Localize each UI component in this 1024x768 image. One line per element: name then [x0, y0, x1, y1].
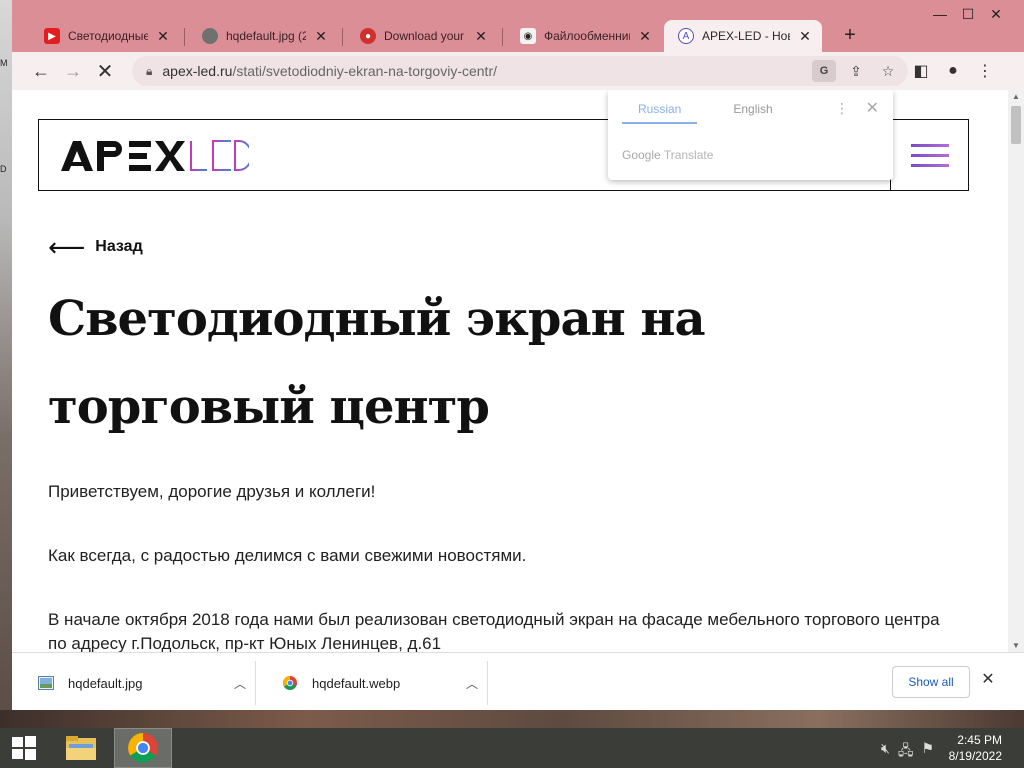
- close-icon[interactable]: ✕: [156, 28, 170, 45]
- globe-icon: [202, 28, 218, 44]
- speaker-muted-icon[interactable]: 🔇︎: [881, 740, 890, 764]
- star-icon[interactable]: ☆: [876, 60, 900, 82]
- youtube-icon: ▶: [44, 28, 60, 44]
- download-item[interactable]: hqdefault.jpg ︿: [12, 661, 256, 705]
- translate-tab-russian[interactable]: Russian: [622, 100, 698, 124]
- download-filename: hqdefault.webp: [312, 675, 401, 691]
- desktop-icon-label: D: [0, 164, 7, 174]
- maximize-button[interactable]: ☐: [954, 6, 982, 23]
- hamburger-menu-button[interactable]: [890, 120, 968, 190]
- more-options-icon[interactable]: ⋮: [835, 100, 849, 117]
- forward-arrow-icon[interactable]: →: [58, 56, 88, 86]
- tab-title: Файлообменник: [544, 29, 630, 43]
- menu-kebab-icon[interactable]: ⋮: [970, 56, 1000, 86]
- windows-start-button[interactable]: [0, 728, 48, 768]
- close-icon[interactable]: ✕: [798, 28, 812, 45]
- back-link-label: Назад: [95, 238, 143, 255]
- translate-icon[interactable]: G: [812, 60, 836, 82]
- clock-date: 8/19/2022: [948, 749, 1002, 763]
- menu-line: [910, 143, 949, 147]
- tab-download[interactable]: ● Download your fil ✕: [346, 20, 498, 52]
- lock-icon: 🔒︎: [146, 63, 153, 78]
- back-link[interactable]: ⟵ Назад: [48, 232, 143, 262]
- arrow-left-icon: ⟵: [48, 232, 86, 262]
- eye-icon: ◉: [520, 28, 536, 44]
- back-arrow-icon[interactable]: ←: [26, 56, 56, 86]
- new-tab-button[interactable]: +: [838, 24, 862, 47]
- browser-window: ▶ Светодиодные э ✕ hqdefault.jpg (24 ✕ ●…: [12, 0, 1024, 710]
- article-paragraph: Приветствуем, дорогие друзья и коллеги!: [48, 482, 376, 501]
- desktop-background-bottom: [0, 710, 1024, 728]
- url-host: apex-led.ru: [162, 63, 233, 79]
- download-service-icon: ●: [360, 28, 376, 44]
- article-paragraph: В начале октября 2018 года нами был реал…: [48, 610, 940, 652]
- downloads-bar: hqdefault.jpg ︿ hqdefault.webp ︿ Show al…: [12, 652, 1024, 710]
- stop-loading-icon[interactable]: ✕: [90, 56, 120, 86]
- tab-strip: ▶ Светодиодные э ✕ hqdefault.jpg (24 ✕ ●…: [12, 0, 1024, 52]
- show-all-downloads-button[interactable]: Show all: [892, 666, 970, 698]
- google-brand-text: Google: [622, 148, 661, 162]
- tab-fileshare[interactable]: ◉ Файлообменник ✕: [506, 20, 662, 52]
- tab-title: Светодиодные э: [68, 29, 148, 43]
- address-bar-actions: G ⇪ ☆: [812, 60, 900, 82]
- menu-line: [910, 163, 949, 167]
- side-panel-icon[interactable]: ◧: [906, 56, 936, 86]
- taskbar-clock[interactable]: 2:45 PM 8/19/2022: [949, 732, 1002, 764]
- translate-popup: Russian English ⋮ ✕ Google Translate: [608, 90, 893, 180]
- translate-language-tabs: Russian English: [622, 100, 789, 124]
- tab-apex-led[interactable]: A APEX-LED - Ново ✕: [664, 20, 822, 52]
- chrome-taskbar-button[interactable]: [114, 728, 172, 768]
- tab-title: Download your fil: [384, 29, 466, 43]
- share-icon[interactable]: ⇪: [844, 60, 868, 82]
- network-icon[interactable]: 🖧︎: [898, 740, 914, 764]
- file-explorer-taskbar-button[interactable]: [58, 728, 104, 768]
- tab-title: APEX-LED - Ново: [702, 29, 790, 43]
- chrome-icon: [128, 733, 158, 763]
- image-file-icon: [38, 676, 54, 690]
- page-viewport: ⟵ Назад Светодиодный экран на торговый ц…: [12, 90, 1024, 652]
- chrome-file-icon: [282, 676, 298, 690]
- system-tray: 🔇︎ 🖧︎ ⚑: [881, 740, 934, 764]
- article-paragraph: Как всегда, с радостью делимся с вами св…: [48, 546, 527, 565]
- clock-time: 2:45 PM: [957, 733, 1002, 747]
- translate-brand-text: Translate: [663, 148, 714, 162]
- browser-toolbar: ← → ✕ 🔒︎ apex-led.ru /stati/svetodiodniy…: [12, 52, 1024, 90]
- page-scrollbar[interactable]: ▲ ▼: [1008, 90, 1024, 652]
- chevron-up-icon[interactable]: ︿: [457, 675, 487, 692]
- apex-icon: A: [678, 28, 694, 44]
- translate-tab-english[interactable]: English: [717, 100, 788, 124]
- chevron-up-icon[interactable]: ︿: [225, 675, 255, 692]
- scroll-up-icon[interactable]: ▲: [1012, 92, 1020, 101]
- close-icon[interactable]: ✕: [866, 98, 879, 118]
- folder-icon: [66, 736, 96, 760]
- article-title: Светодиодный экран на торговый центр: [48, 291, 706, 435]
- close-icon[interactable]: ✕: [978, 669, 998, 689]
- tab-divider: [342, 28, 343, 46]
- close-icon[interactable]: ✕: [638, 28, 652, 45]
- scroll-down-icon[interactable]: ▼: [1012, 641, 1020, 650]
- close-icon[interactable]: ✕: [474, 28, 488, 45]
- tab-youtube[interactable]: ▶ Светодиодные э ✕: [30, 20, 180, 52]
- desktop-background: M D: [0, 0, 12, 728]
- tab-title: hqdefault.jpg (24: [226, 29, 306, 43]
- minimize-button[interactable]: —: [926, 6, 954, 22]
- tab-divider: [184, 28, 185, 46]
- tab-divider: [502, 28, 503, 46]
- close-icon[interactable]: ✕: [314, 28, 328, 45]
- action-center-icon[interactable]: ⚑: [921, 740, 934, 764]
- download-item[interactable]: hqdefault.webp ︿: [256, 661, 488, 705]
- menu-line: [910, 153, 949, 157]
- download-filename: hqdefault.jpg: [68, 675, 143, 691]
- scroll-thumb[interactable]: [1011, 106, 1021, 144]
- tab-hqdefault[interactable]: hqdefault.jpg (24 ✕: [188, 20, 338, 52]
- window-close-button[interactable]: ✕: [982, 6, 1010, 23]
- desktop-icon-label: M: [0, 58, 8, 68]
- address-bar[interactable]: 🔒︎ apex-led.ru /stati/svetodiodniy-ekran…: [132, 56, 908, 86]
- google-translate-brand: Google Translate: [622, 148, 713, 162]
- taskbar: 🔇︎ 🖧︎ ⚑ 2:45 PM 8/19/2022: [0, 728, 1024, 768]
- apex-led-logo[interactable]: [59, 138, 249, 174]
- profile-avatar-icon[interactable]: ●: [938, 56, 968, 86]
- windows-logo-icon: [12, 736, 36, 760]
- url-path: /stati/svetodiodniy-ekran-na-torgoviy-ce…: [232, 63, 497, 79]
